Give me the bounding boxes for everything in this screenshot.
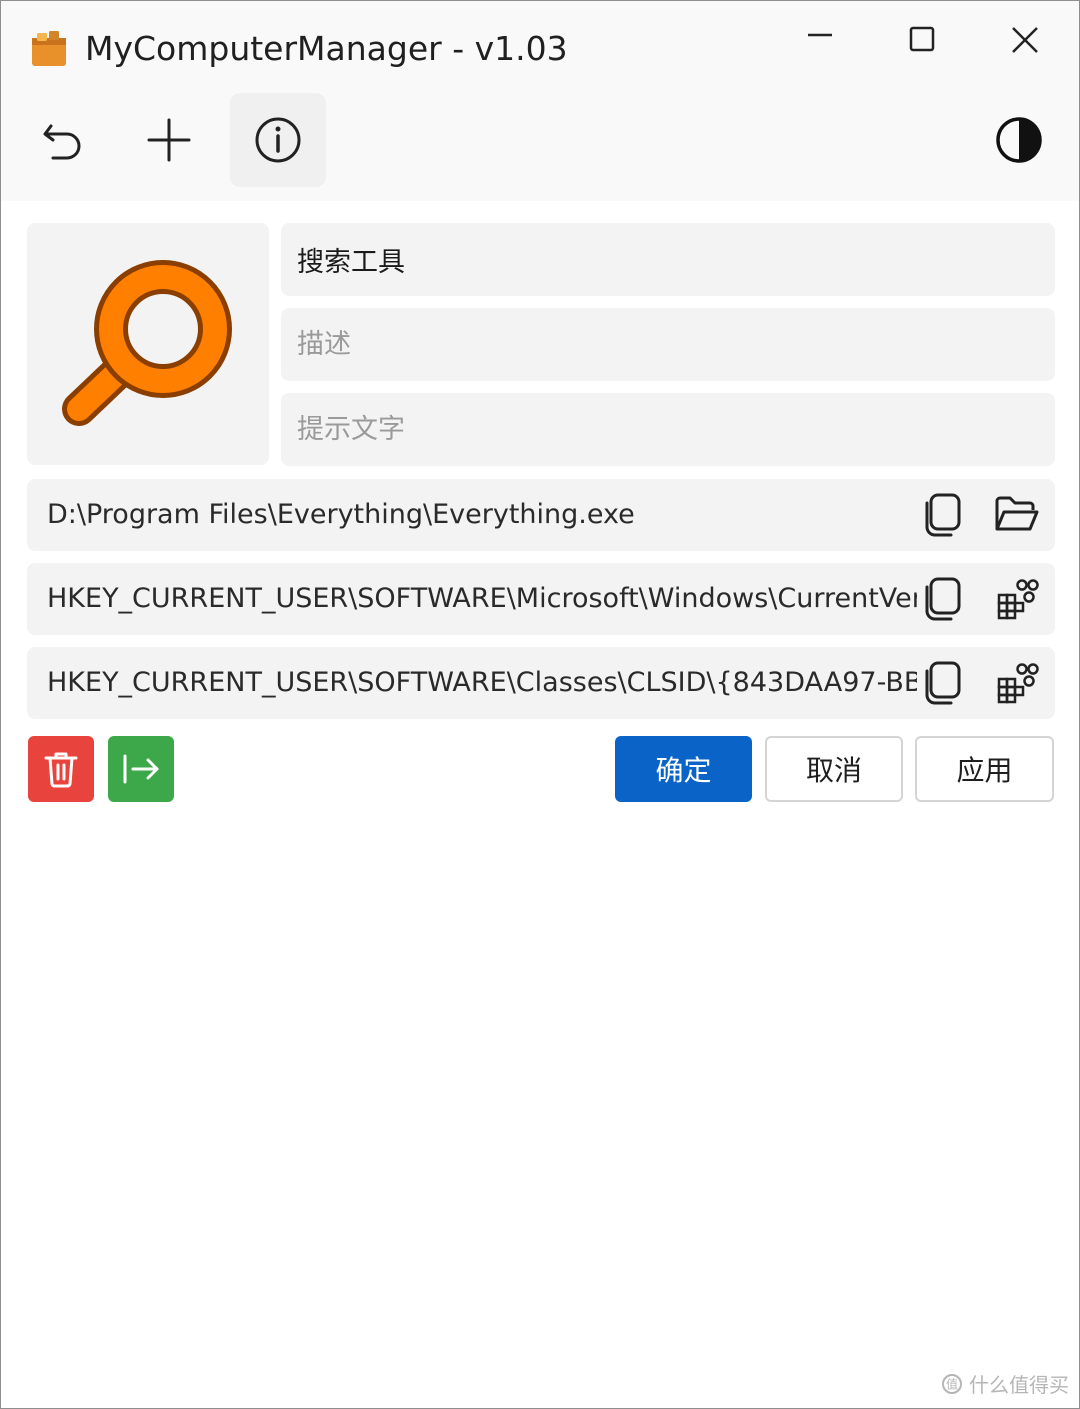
window-title: MyComputerManager - v1.03 [85,29,568,68]
cancel-button[interactable]: 取消 [765,736,903,802]
undo-icon [43,124,81,160]
watermark-logo-icon: 值 [942,1373,962,1394]
open-registry-button-1[interactable] [993,575,1041,623]
copy-icon [925,493,961,537]
registry-path-row-2: HKEY_CURRENT_USER\SOFTWARE\Classes\CLSID… [27,647,1055,719]
export-arrow-icon [123,754,159,784]
open-registry-button-2[interactable] [993,659,1041,707]
browse-folder-button[interactable] [993,491,1041,539]
item-tooltip-input[interactable] [281,393,1055,466]
registry-path-row-1: HKEY_CURRENT_USER\SOFTWARE\Microsoft\Win… [27,563,1055,635]
undo-button[interactable] [15,93,111,187]
watermark-text: 什么值得买 [969,1373,1069,1397]
watermark: 值 什么值得买 [941,1369,1069,1398]
copy-registry-path-button-2[interactable] [919,659,967,707]
item-icon-box[interactable] [27,223,269,465]
item-name-input[interactable] [281,223,1055,296]
svg-text:值: 值 [946,1376,958,1391]
copy-path-button[interactable] [919,491,967,539]
minimize-icon [808,33,832,37]
app-logo-icon [29,29,69,69]
info-icon [255,117,301,163]
executable-path-text[interactable]: D:\Program Files\Everything\Everything.e… [47,479,917,551]
apply-button[interactable]: 应用 [915,736,1054,802]
registry-icon [997,579,1039,620]
contrast-theme-icon [996,117,1042,163]
folder-open-icon [995,496,1039,531]
registry-path-text-2[interactable]: HKEY_CURRENT_USER\SOFTWARE\Classes\CLSID… [47,647,917,719]
registry-icon [997,663,1039,704]
close-icon [1012,27,1038,53]
info-button[interactable] [230,93,326,187]
copy-icon [925,661,961,705]
copy-registry-path-button-1[interactable] [919,575,967,623]
minimize-button[interactable] [790,15,850,65]
copy-icon [925,577,961,621]
maximize-icon [909,26,935,52]
theme-toggle-button[interactable] [971,93,1067,187]
executable-path-row: D:\Program Files\Everything\Everything.e… [27,479,1055,551]
close-button[interactable] [995,15,1055,65]
delete-button[interactable] [28,736,94,802]
ok-button[interactable]: 确定 [615,736,752,802]
app-window: MyComputerManager - v1.03 搜索工具 描述 提示文字 D… [0,0,1080,1409]
maximize-button[interactable] [892,15,952,65]
item-description-input[interactable] [281,308,1055,381]
registry-path-text-1[interactable]: HKEY_CURRENT_USER\SOFTWARE\Microsoft\Win… [47,563,917,635]
add-icon [147,118,191,162]
add-button[interactable] [121,93,217,187]
trash-icon [44,752,78,788]
export-button[interactable] [108,736,174,802]
orange-magnifier-icon [62,260,232,426]
